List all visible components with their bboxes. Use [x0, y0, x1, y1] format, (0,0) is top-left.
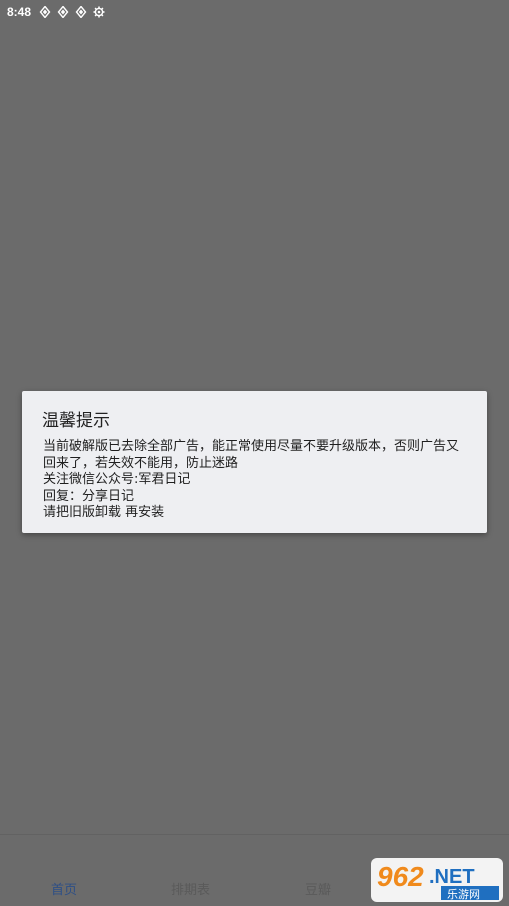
bottom-nav: 首页 排期表 豆瓣 — [0, 834, 509, 905]
status-time: 8:48 — [7, 5, 32, 19]
notice-dialog: 温馨提示 当前破解版已去除全部广告，能正常使用尽量不要升级版本，否则广告又回来了… — [22, 391, 487, 533]
tab-douban[interactable]: 豆瓣 — [305, 879, 331, 898]
app-icon — [75, 6, 87, 18]
dialog-message: 当前破解版已去除全部广告，能正常使用尽量不要升级版本，否则广告又回来了，若失效不… — [43, 439, 460, 520]
app-icon — [57, 6, 69, 18]
status-bar: 8:48 — [0, 0, 509, 24]
dialog-title: 温馨提示 — [42, 411, 110, 431]
app-icon — [39, 6, 51, 18]
settings-icon — [93, 6, 105, 18]
tab-home[interactable]: 首页 — [51, 879, 77, 898]
tab-schedule[interactable]: 排期表 — [171, 879, 210, 898]
